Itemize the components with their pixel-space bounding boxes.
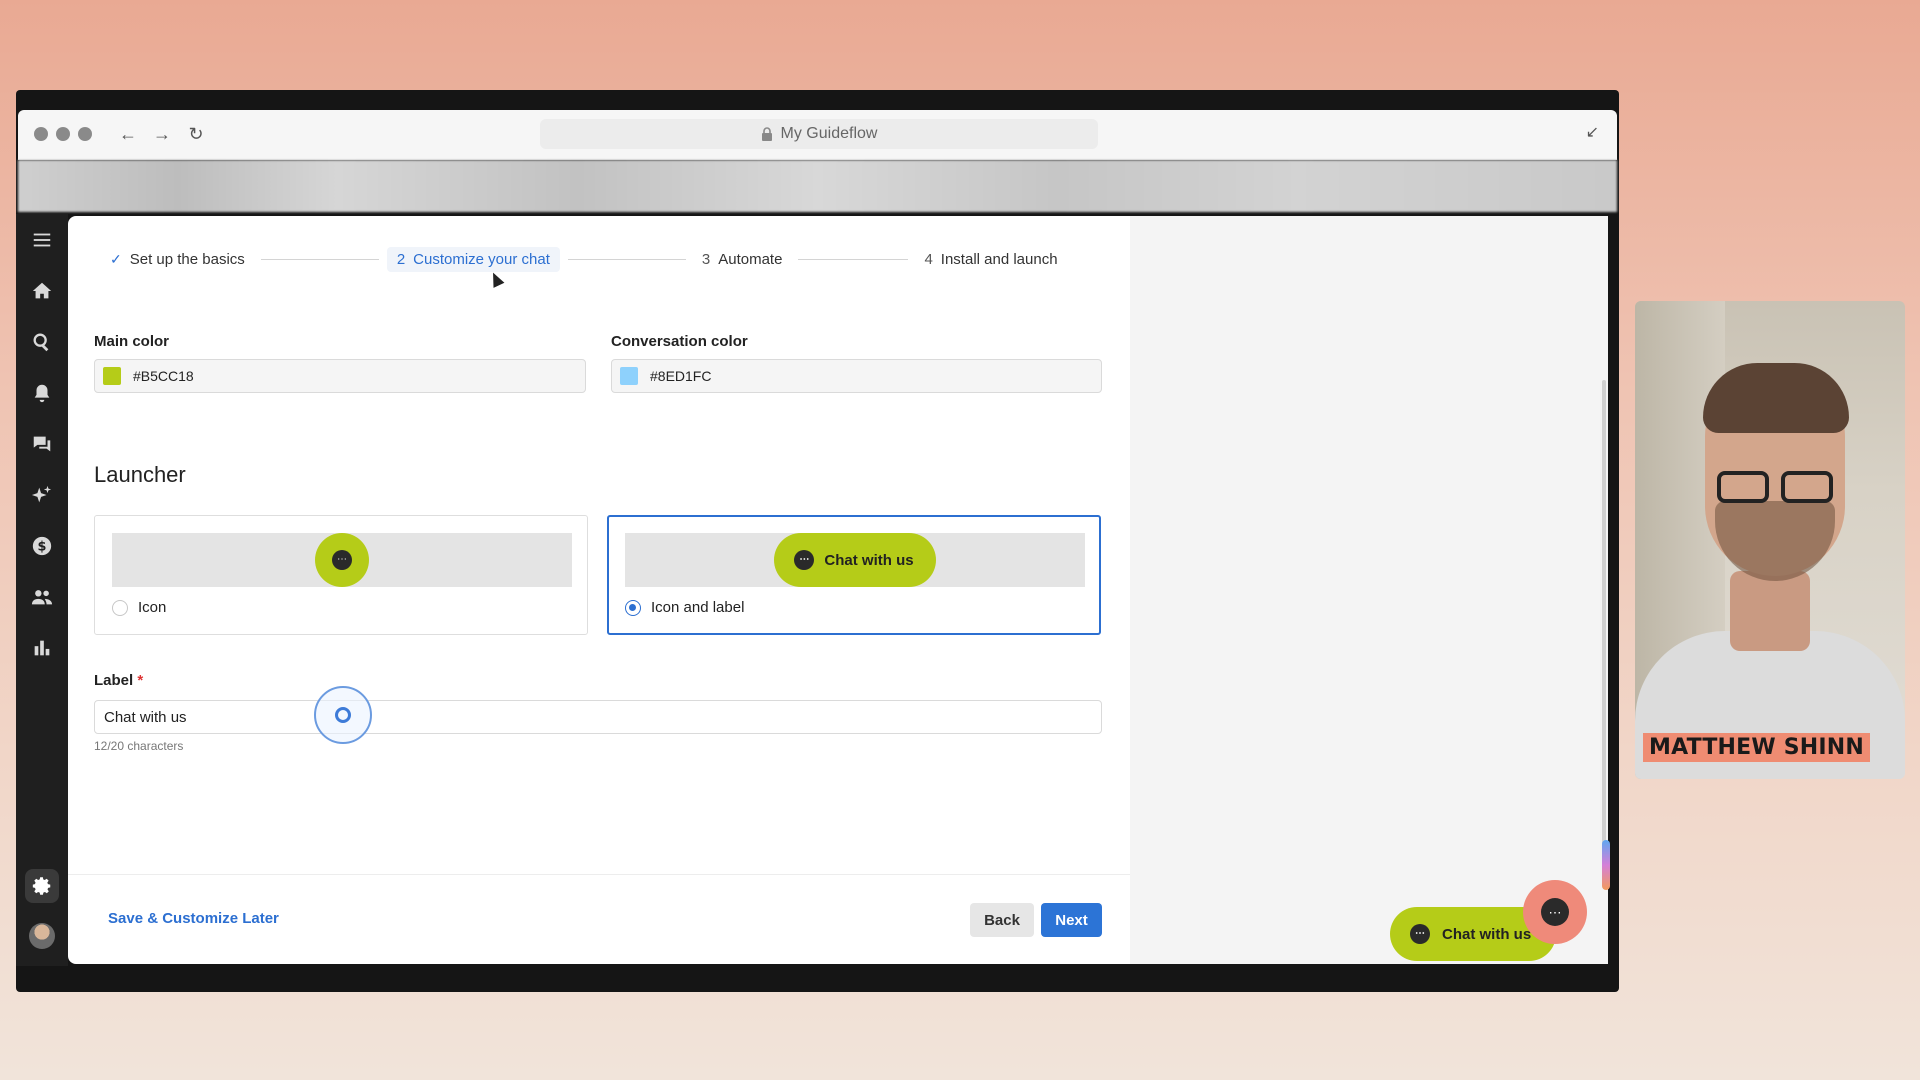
maximize-window-button[interactable] — [78, 127, 92, 141]
conversations-icon[interactable] — [28, 430, 56, 458]
close-window-button[interactable] — [34, 127, 48, 141]
launcher-heading: Launcher — [94, 462, 186, 487]
chat-launcher-button[interactable]: ⋯ — [1523, 880, 1587, 944]
label-input-value: Chat with us — [104, 708, 187, 726]
navigation-buttons: ← → ↻ — [118, 122, 206, 146]
step-label: Customize your chat — [413, 250, 550, 268]
presenter-name-tag: MATTHEW SHINN — [1643, 733, 1870, 762]
preview-pane — [1130, 216, 1608, 964]
label-input[interactable]: Chat with us — [94, 700, 1102, 734]
chat-launcher-text: Chat with us — [1442, 925, 1532, 943]
main-color-input[interactable]: #B5CC18 — [94, 359, 586, 393]
user-avatar[interactable] — [28, 922, 56, 950]
icon-radio[interactable] — [112, 599, 128, 616]
step-label: Set up the basics — [129, 250, 245, 268]
dollar-icon[interactable]: $ — [28, 532, 56, 560]
conversation-color-input[interactable]: #8ED1FC — [611, 359, 1102, 393]
next-button[interactable]: Next — [1041, 903, 1102, 937]
chat-dots-icon: ⋯ — [332, 550, 352, 570]
conversation-color-swatch[interactable] — [620, 367, 638, 385]
launcher-pill: ⋯ Chat with us — [774, 533, 936, 587]
webcam-overlay: MATTHEW SHINN — [1635, 301, 1905, 779]
presenter-hair — [1703, 363, 1849, 433]
presenter-neck — [1730, 571, 1810, 651]
step-automate[interactable]: 3 Automate — [702, 251, 783, 268]
step-divider — [798, 258, 909, 260]
main-color-swatch[interactable] — [103, 367, 121, 385]
conversation-color-label: Conversation color — [611, 333, 748, 350]
app-sidebar: $ — [16, 214, 68, 966]
step-install-launch[interactable]: 4 Install and launch — [924, 251, 1057, 268]
required-marker: * — [137, 672, 144, 689]
launcher-icon-preview: ⋯ — [112, 533, 572, 587]
glasses-right-lens — [1781, 471, 1833, 503]
step-customize-chat[interactable]: 2 Customize your chat — [386, 246, 560, 272]
presenter-beard — [1715, 501, 1835, 581]
launcher-pill-preview: ⋯ Chat with us — [625, 533, 1085, 587]
blurred-banner — [18, 160, 1617, 212]
step-divider — [260, 258, 379, 260]
collapse-icon[interactable]: ↙ — [1586, 122, 1599, 142]
main-color-label: Main color — [94, 333, 170, 350]
chat-dots-icon: ⋯ — [1410, 924, 1430, 944]
address-bar[interactable]: My Guideflow — [540, 119, 1098, 149]
launcher-pill-text: Chat with us — [824, 551, 914, 569]
settings-gear-icon[interactable] — [25, 869, 59, 903]
search-icon[interactable] — [28, 328, 56, 356]
launcher-option-icon-and-label[interactable]: ⋯ Chat with us Icon and label — [607, 515, 1101, 635]
launcher-option-icon[interactable]: ⋯ Icon — [94, 515, 588, 635]
chat-dots-icon: ⋯ — [1541, 898, 1569, 926]
icon-option-label: Icon — [138, 599, 167, 616]
checkmark-icon: ✓ — [110, 250, 122, 267]
minimize-window-button[interactable] — [56, 127, 70, 141]
window-controls — [34, 127, 92, 141]
home-icon[interactable] — [28, 277, 56, 305]
forward-arrow-icon[interactable]: → — [152, 122, 172, 146]
label-field-label: Label * — [94, 672, 143, 689]
icon-and-label-radio[interactable] — [625, 599, 641, 616]
step-number: 2 — [396, 250, 406, 268]
svg-text:$: $ — [38, 540, 47, 555]
icon-and-label-option-label: Icon and label — [651, 599, 745, 616]
click-indicator — [314, 686, 372, 744]
launcher-circle: ⋯ — [315, 533, 369, 587]
chat-dots-icon: ⋯ — [794, 550, 815, 570]
lock-icon — [761, 127, 772, 141]
step-label: Install and launch — [940, 250, 1058, 268]
footer-divider — [68, 874, 1130, 875]
step-number: 3 — [701, 250, 711, 268]
step-set-up-basics[interactable]: ✓ Set up the basics — [110, 251, 245, 268]
address-bar-title: My Guideflow — [780, 125, 878, 142]
reload-icon[interactable]: ↻ — [186, 122, 206, 146]
main-color-value: #B5CC18 — [133, 368, 194, 384]
back-button[interactable]: Back — [970, 903, 1034, 937]
users-icon[interactable] — [28, 583, 56, 611]
browser-toolbar: ← → ↻ My Guideflow ↙ — [18, 110, 1617, 160]
scroll-indicator — [1602, 840, 1610, 890]
scrollbar[interactable] — [1602, 380, 1606, 880]
step-label: Automate — [718, 250, 783, 268]
bell-icon[interactable] — [28, 379, 56, 407]
character-count: 12/20 characters — [94, 739, 184, 753]
step-divider — [567, 258, 686, 260]
bar-chart-icon[interactable] — [28, 634, 56, 662]
sparkles-icon[interactable] — [28, 481, 56, 509]
menu-icon[interactable] — [28, 226, 56, 254]
glasses-left-lens — [1717, 471, 1769, 503]
back-arrow-icon[interactable]: ← — [118, 122, 138, 146]
setup-stepper: ✓ Set up the basics 2 Customize your cha… — [110, 246, 1058, 272]
label-text: Label — [94, 672, 134, 689]
save-customize-later-link[interactable]: Save & Customize Later — [108, 910, 279, 927]
conversation-color-value: #8ED1FC — [650, 368, 712, 384]
step-number: 4 — [924, 250, 933, 268]
